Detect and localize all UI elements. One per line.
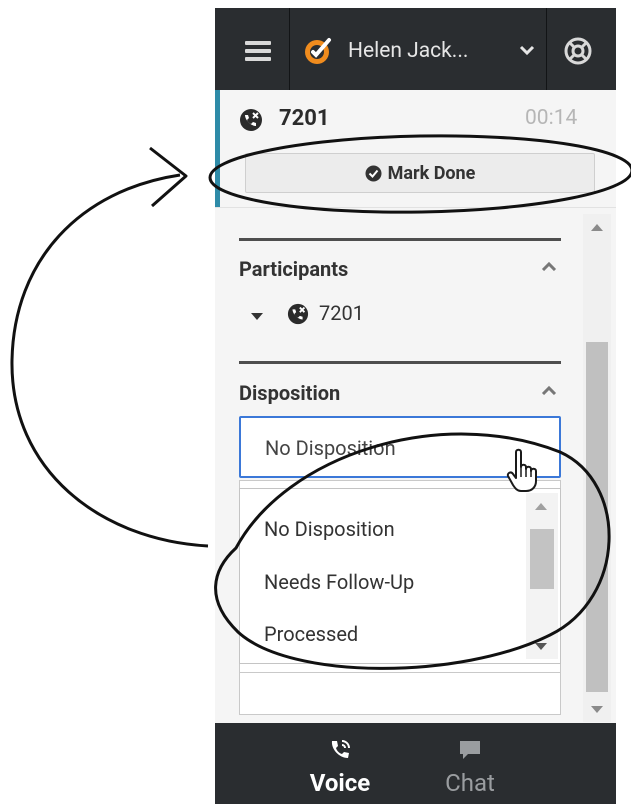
section-divider — [239, 238, 561, 241]
agent-status-icon[interactable] — [303, 36, 333, 66]
support-icon[interactable] — [563, 36, 593, 66]
interaction-timer: 00:14 — [525, 106, 578, 130]
collapse-disposition-icon[interactable] — [541, 385, 557, 395]
hand-cursor-icon — [506, 448, 537, 492]
chat-icon — [460, 741, 480, 759]
dropdown-scroll-thumb[interactable] — [530, 529, 554, 589]
dropdown-option[interactable]: Processed — [264, 622, 358, 646]
participants-title: Participants — [239, 257, 349, 281]
tab-chat-label: Chat — [445, 769, 495, 797]
notes-divider — [239, 672, 561, 673]
dropdown-option[interactable]: No Disposition — [264, 517, 395, 541]
disposition-dropdown-list[interactable]: No Disposition Needs Follow-Up Processed — [239, 488, 561, 664]
details-scroll-thumb[interactable] — [586, 342, 608, 692]
hamburger-menu-icon[interactable] — [245, 41, 271, 61]
interaction-accent-bar — [215, 90, 220, 207]
top-bar: Helen Jack... — [215, 8, 616, 90]
call-ended-icon — [240, 109, 262, 131]
mark-done-label: Mark Done — [387, 162, 476, 184]
disposition-selected-value: No Disposition — [265, 436, 396, 460]
channel-tab-bar: Voice Chat — [215, 723, 616, 804]
tab-voice-label: Voice — [309, 769, 371, 797]
participant-call-ended-icon — [287, 303, 309, 325]
divider — [289, 8, 290, 90]
collapse-participants-icon[interactable] — [541, 261, 557, 271]
details-scrollbar[interactable] — [583, 214, 611, 722]
mark-done-button[interactable]: Mark Done — [245, 153, 595, 193]
check-circle-icon — [365, 165, 382, 181]
dropdown-scrollbar[interactable] — [526, 493, 558, 659]
tab-voice[interactable]: Voice — [300, 723, 380, 804]
scroll-up-arrow-icon[interactable] — [591, 224, 603, 231]
phone-icon — [331, 740, 350, 758]
scroll-down-arrow-icon[interactable] — [591, 706, 603, 713]
section-divider — [239, 361, 561, 364]
dropdown-option[interactable]: Needs Follow-Up — [264, 570, 414, 594]
scroll-up-arrow-icon[interactable] — [535, 503, 547, 510]
workspace-panel: Helen Jack... 7201 00:14 Mark Done Parti… — [215, 8, 616, 804]
interaction-number: 7201 — [279, 106, 330, 131]
divider — [546, 8, 547, 90]
agent-name[interactable]: Helen Jack... — [348, 38, 468, 64]
disposition-title: Disposition — [239, 381, 341, 405]
participant-number: 7201 — [319, 301, 364, 325]
chevron-down-icon[interactable] — [518, 41, 536, 59]
scroll-down-arrow-icon[interactable] — [535, 643, 547, 650]
annotation-arrowhead — [149, 146, 188, 208]
tab-chat[interactable]: Chat — [430, 723, 510, 804]
annotation-arrow — [10, 173, 209, 548]
expand-participant-icon[interactable] — [250, 312, 264, 321]
